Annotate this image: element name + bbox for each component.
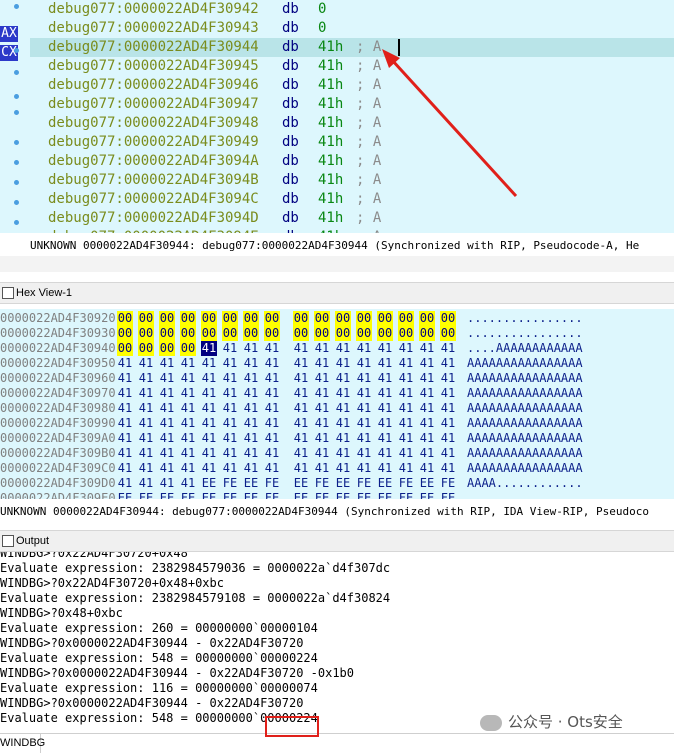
watermark: 公众号 · Ots安全 bbox=[480, 712, 623, 732]
watermark-text: 公众号 · Ots安全 bbox=[508, 713, 623, 731]
wechat-icon bbox=[480, 714, 502, 731]
arrow-shaft bbox=[390, 58, 518, 198]
red-arrow bbox=[382, 49, 518, 198]
